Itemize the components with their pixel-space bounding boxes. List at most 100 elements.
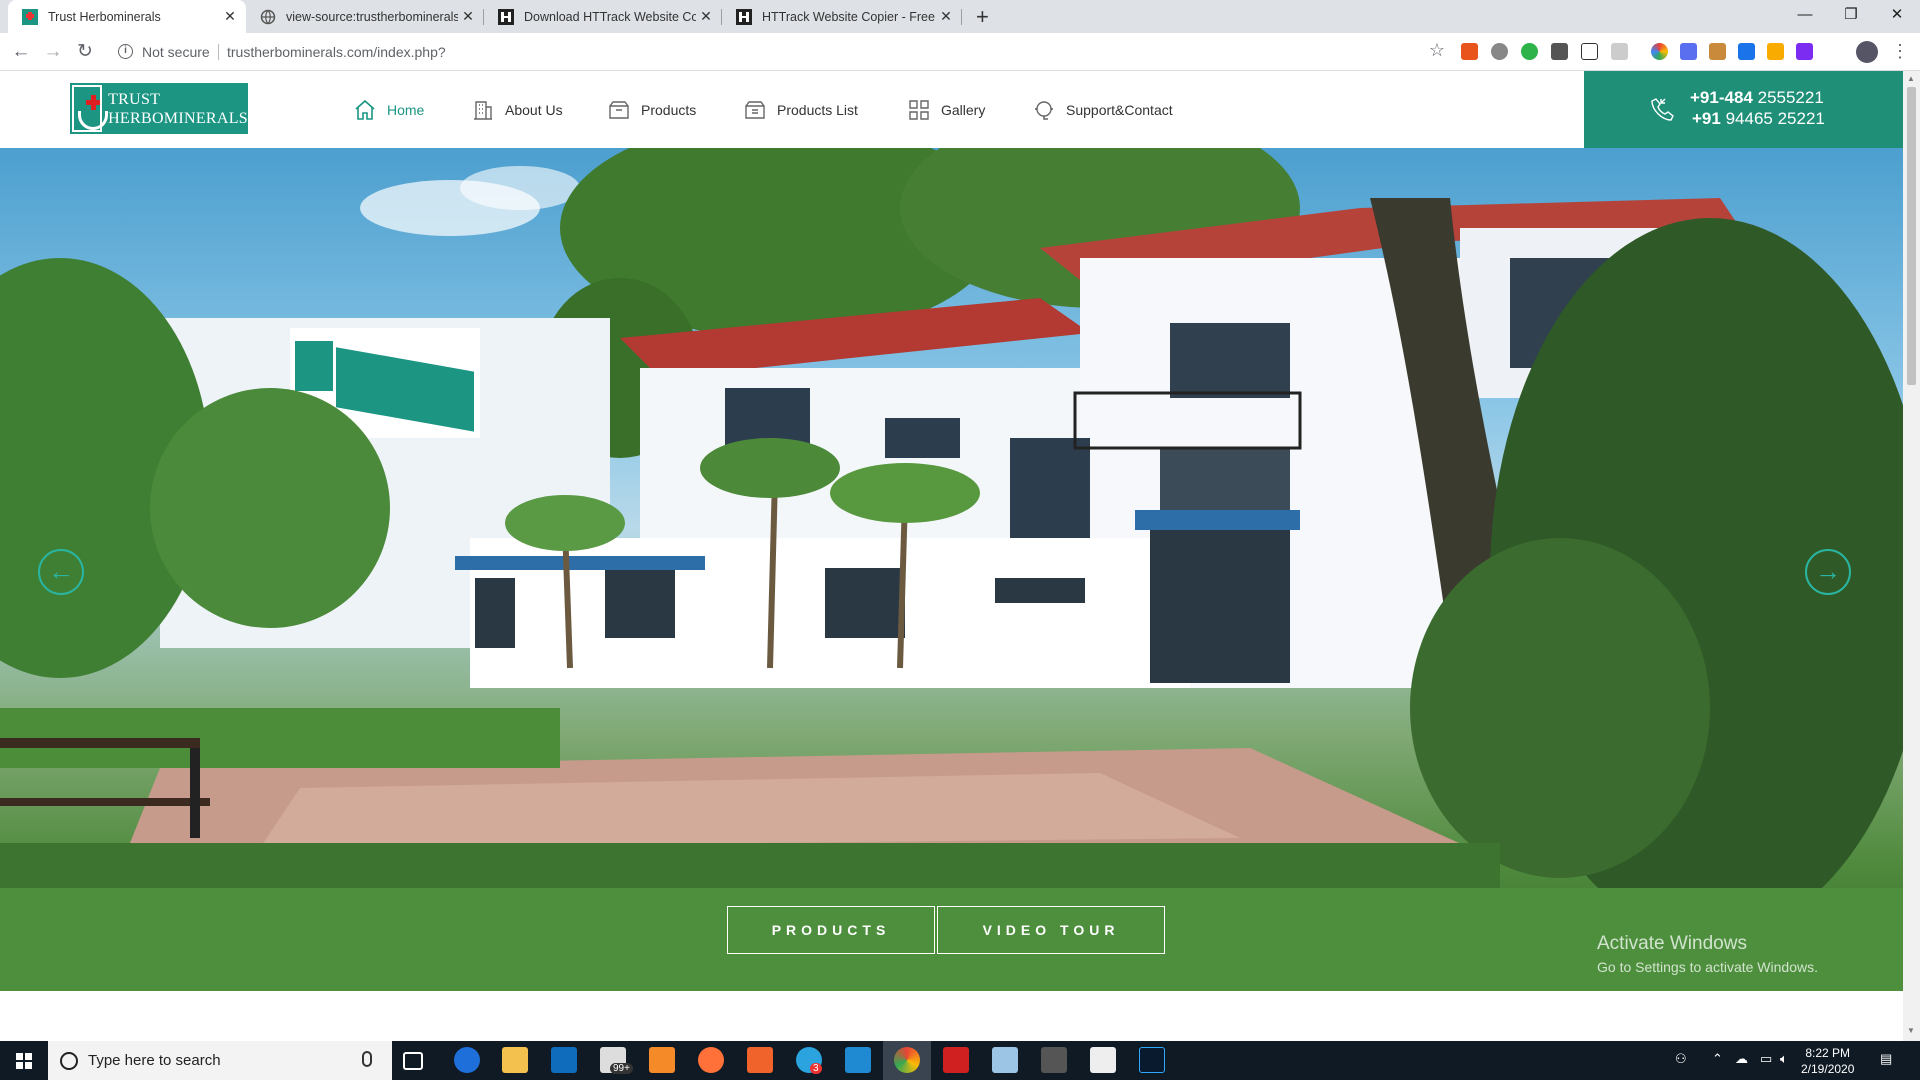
phone-number-2[interactable]: +91 94465 25221	[1692, 109, 1825, 129]
close-tab-icon[interactable]: ✕	[696, 8, 716, 25]
notepad-icon[interactable]	[992, 1047, 1018, 1073]
taskbar-clock[interactable]: 8:22 PM 2/19/2020	[1801, 1045, 1854, 1077]
extension-icon-6[interactable]	[1611, 43, 1628, 60]
phone-1-prefix: +91-484	[1690, 88, 1753, 107]
browser-menu-icon[interactable]: ⋮	[1891, 41, 1909, 62]
phone-contact-box[interactable]: +91-484 2555221 +91 94465 25221	[1584, 71, 1903, 148]
taskbar-search-box[interactable]: Type here to search	[48, 1041, 392, 1080]
nav-products-list[interactable]: Products List	[743, 71, 858, 148]
windows-taskbar: Type here to search 99+ 3 ⚇ ⌃ ☁ ▭ 🔈︎ 8:2…	[0, 1041, 1920, 1080]
microphone-icon[interactable]	[362, 1051, 372, 1067]
hero-building-photo	[0, 148, 1903, 991]
extension-icon-1[interactable]	[1461, 43, 1478, 60]
eyedropper-extension-icon[interactable]	[1551, 43, 1568, 60]
nav-about-us[interactable]: About Us	[471, 71, 563, 148]
page-scrollbar[interactable]: ▲ ▼	[1903, 71, 1920, 1041]
phone-1-number: 2555221	[1757, 88, 1824, 107]
globe-icon	[260, 9, 276, 24]
store-icon[interactable]	[551, 1047, 577, 1073]
tab-title: Download HTTrack Website Copi	[524, 9, 696, 24]
onedrive-icon[interactable]: ☁	[1735, 1051, 1748, 1067]
minimize-button[interactable]: —	[1782, 0, 1828, 33]
package-list-icon	[745, 100, 765, 119]
notifications-icon[interactable]: ▤	[1880, 1051, 1892, 1067]
watermark-title: Activate Windows	[1597, 933, 1747, 954]
new-badge-extension-icon[interactable]	[1738, 43, 1755, 60]
file-explorer-icon[interactable]	[502, 1047, 528, 1073]
phone-number-1[interactable]: +91-484 2555221	[1690, 88, 1824, 108]
xampp-icon[interactable]	[747, 1047, 773, 1073]
home-icon	[355, 99, 375, 120]
httrack-taskbar-icon[interactable]	[1041, 1047, 1067, 1073]
nav-gallery[interactable]: Gallery	[907, 71, 985, 148]
bookmark-star-icon[interactable]: ☆	[1429, 40, 1445, 61]
scroll-down-icon[interactable]: ▼	[1907, 1026, 1915, 1035]
nav-support-label: Support&Contact	[1066, 101, 1173, 118]
close-tab-icon[interactable]: ✕	[936, 8, 956, 25]
nav-products[interactable]: Products	[607, 71, 696, 148]
cortana-icon	[60, 1052, 78, 1070]
tray-chevron-icon[interactable]: ⌃	[1712, 1051, 1723, 1067]
extension-icon-8[interactable]	[1680, 43, 1697, 60]
start-button[interactable]	[0, 1041, 48, 1080]
tab-strip: Trust Herbominerals ✕ view-source:trusth…	[0, 0, 1920, 33]
nav-support-contact[interactable]: Support&Contact	[1032, 71, 1173, 148]
evernote-extension-icon[interactable]	[1521, 43, 1538, 60]
reload-button[interactable]: ↻	[72, 39, 98, 65]
hero-slider: ← → PRODUCTS VIDEO TOUR Activate Windows…	[0, 148, 1903, 991]
close-tab-icon[interactable]: ✕	[220, 8, 240, 25]
sublime-text-icon[interactable]	[649, 1047, 675, 1073]
volume-icon[interactable]: 🔈︎	[1780, 1051, 1788, 1067]
webpage: TRUST HERBOMINERALS Home About Us Produc…	[0, 71, 1903, 1041]
logo-text: TRUST HERBOMINERALS	[108, 90, 248, 128]
close-window-button[interactable]: ✕	[1874, 0, 1920, 33]
nav-home[interactable]: Home	[353, 71, 424, 148]
font-extension-icon[interactable]	[1581, 43, 1598, 60]
people-icon[interactable]: ⚇	[1675, 1051, 1687, 1067]
scroll-up-icon[interactable]: ▲	[1907, 74, 1915, 83]
extension-icon-12[interactable]	[1796, 43, 1813, 60]
vscode-icon[interactable]	[845, 1047, 871, 1073]
network-icon[interactable]: ▭	[1760, 1051, 1772, 1067]
info-icon[interactable]: i	[118, 44, 133, 59]
products-cta-button[interactable]: PRODUCTS	[727, 906, 935, 954]
color-extension-icon[interactable]	[1651, 43, 1668, 60]
video-tour-cta-button[interactable]: VIDEO TOUR	[937, 906, 1165, 954]
httrack-icon	[736, 8, 752, 25]
firefox-icon[interactable]	[698, 1047, 724, 1073]
close-tab-icon[interactable]: ✕	[458, 8, 478, 25]
tab-trust-herbominerals[interactable]: Trust Herbominerals ✕	[8, 0, 246, 33]
anydesk-icon[interactable]	[943, 1047, 969, 1073]
slider-prev-button[interactable]: ←	[38, 549, 84, 595]
nav-about-label: About Us	[505, 101, 563, 118]
photos-icon[interactable]	[1090, 1047, 1116, 1073]
tab-download-httrack[interactable]: Download HTTrack Website Copi ✕	[484, 0, 722, 33]
mail-badge: 99+	[610, 1063, 633, 1074]
chrome-icon[interactable]	[894, 1047, 920, 1073]
task-view-icon[interactable]	[403, 1052, 423, 1070]
nav-gallery-label: Gallery	[941, 101, 986, 118]
scrollbar-thumb[interactable]	[1907, 87, 1916, 385]
slider-next-button[interactable]: →	[1805, 549, 1851, 595]
site-logo[interactable]: TRUST HERBOMINERALS	[70, 83, 248, 134]
httrack-icon	[498, 8, 514, 25]
camera-extension-icon[interactable]	[1491, 43, 1508, 60]
edge-icon[interactable]	[454, 1047, 480, 1073]
photoshop-icon[interactable]	[1139, 1047, 1165, 1073]
activate-windows-watermark: Activate Windows Go to Settings to activ…	[1597, 933, 1818, 975]
tab-httrack-copier[interactable]: HTTrack Website Copier - Free Sc ✕	[722, 0, 962, 33]
cookie-extension-icon[interactable]	[1709, 43, 1726, 60]
tab-view-source[interactable]: view-source:trustherbominerals.c ✕	[246, 0, 484, 33]
url-text[interactable]: trustherbominerals.com/index.php?	[227, 44, 446, 60]
back-button[interactable]: ←	[8, 39, 34, 65]
profile-avatar[interactable]	[1856, 41, 1878, 63]
extension-icon-11[interactable]	[1767, 43, 1784, 60]
tab-title: Trust Herbominerals	[48, 9, 161, 24]
forward-button[interactable]: →	[40, 39, 66, 65]
new-tab-button[interactable]: +	[976, 4, 989, 30]
omnibox[interactable]: i Not secure trustherbominerals.com/inde…	[110, 37, 1455, 67]
arrow-right-icon: →	[1815, 556, 1841, 586]
maximize-button[interactable]: ❐	[1828, 0, 1874, 33]
nav-home-label: Home	[387, 101, 425, 118]
address-bar-row: ← → ↻ i Not secure trustherbominerals.co…	[0, 33, 1920, 71]
